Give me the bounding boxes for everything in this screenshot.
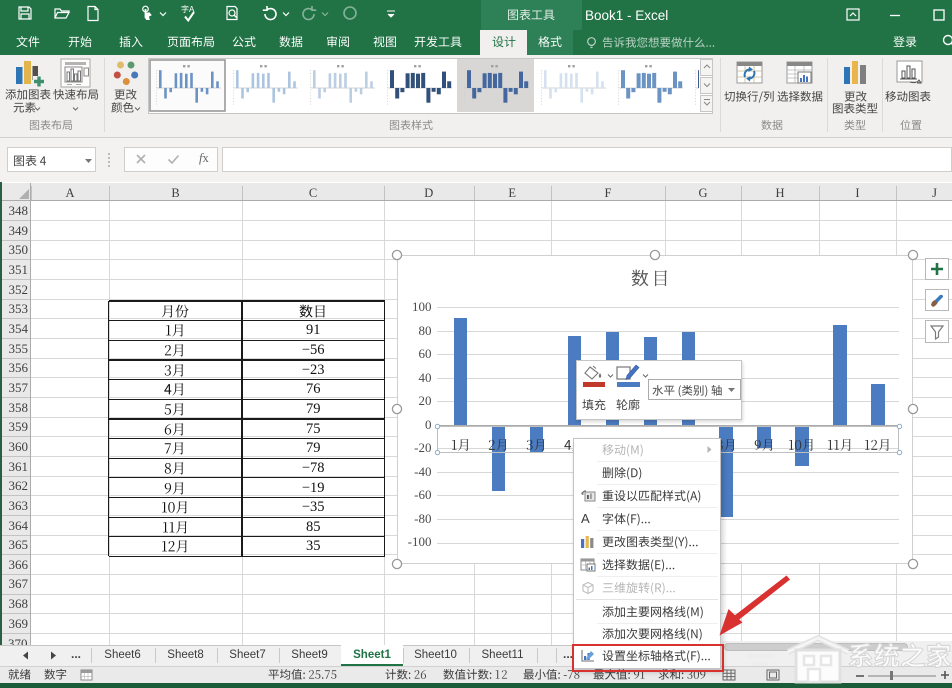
svg-text:A: A — [581, 511, 590, 526]
